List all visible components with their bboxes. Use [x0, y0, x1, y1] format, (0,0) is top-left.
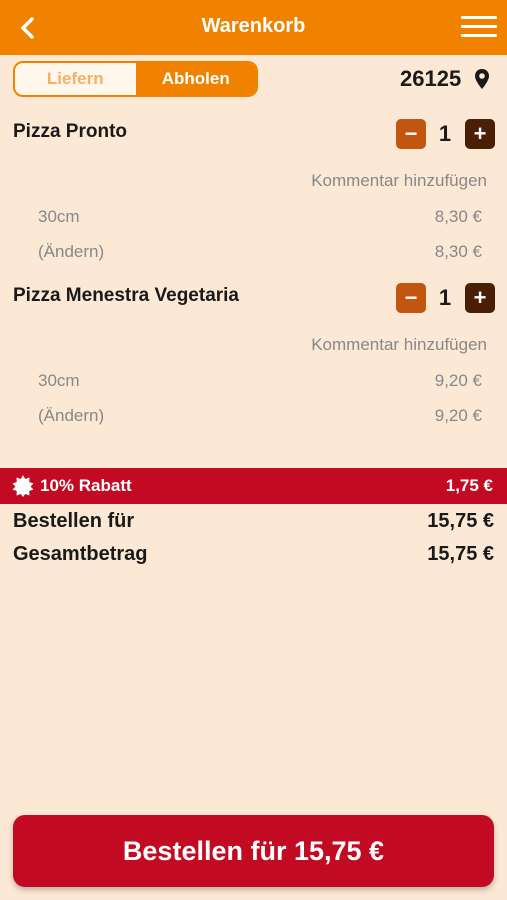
item-option-label: 30cm: [38, 371, 80, 390]
location-pin-icon[interactable]: [474, 68, 490, 90]
discount-badge-icon: [12, 475, 34, 497]
total-value: 15,75 €: [427, 543, 494, 565]
item-option-price: 8,30 €: [434, 242, 482, 261]
zip-code[interactable]: 26125: [400, 66, 461, 92]
item-quantity: 1: [438, 121, 452, 146]
item-option-price: 9,20 €: [434, 406, 482, 425]
discount-label: 10% Rabatt: [40, 476, 132, 495]
total-label: Gesamtbetrag: [13, 543, 148, 565]
decrease-quantity-button[interactable]: −: [396, 283, 426, 313]
page-title: Warenkorb: [201, 15, 306, 37]
change-option-link[interactable]: (Ändern): [38, 242, 104, 262]
hamburger-menu-icon[interactable]: [461, 16, 497, 40]
toggle-option-liefern[interactable]: Liefern: [15, 63, 136, 95]
order-for-label: Bestellen für: [13, 510, 135, 532]
total-row: Gesamtbetrag 15,75 €: [13, 543, 494, 566]
item-option-price: 8,30 €: [434, 207, 482, 226]
cart-item-name: Pizza Menestra Vegetaria: [13, 285, 239, 306]
add-comment-link[interactable]: Kommentar hinzufügen: [311, 171, 487, 191]
change-option-link[interactable]: (Ändern): [38, 406, 104, 426]
toggle-option-abholen[interactable]: Abholen: [135, 63, 256, 95]
increase-quantity-button[interactable]: +: [465, 119, 495, 149]
delivery-mode-toggle: Liefern Abholen: [13, 61, 258, 97]
cart-item-name: Pizza Pronto: [13, 121, 128, 142]
increase-quantity-button[interactable]: +: [465, 283, 495, 313]
order-for-row: Bestellen für 15,75 €: [13, 510, 494, 533]
decrease-quantity-button[interactable]: −: [396, 119, 426, 149]
item-quantity: 1: [438, 285, 452, 310]
place-order-button[interactable]: Bestellen für 15,75 €: [13, 815, 494, 887]
app-header: Warenkorb: [0, 0, 507, 55]
item-option-label: 30cm: [38, 207, 80, 226]
order-for-value: 15,75 €: [427, 510, 494, 532]
discount-banner: 10% Rabatt 1,75 €: [0, 468, 507, 504]
discount-value: 1,75 €: [445, 476, 493, 495]
add-comment-link[interactable]: Kommentar hinzufügen: [311, 335, 487, 355]
item-option-price: 9,20 €: [434, 371, 482, 390]
